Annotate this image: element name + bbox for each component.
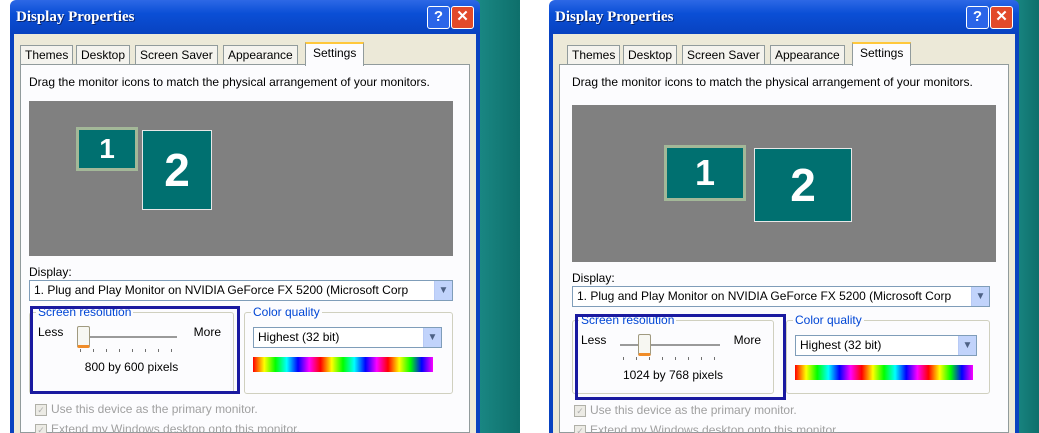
close-button[interactable]: ✕: [451, 6, 474, 29]
resolution-highlight-box: [30, 306, 240, 394]
tab-appearance[interactable]: Appearance: [223, 45, 298, 64]
monitor-arrangement-area: 1 2: [29, 101, 453, 256]
checkbox-box[interactable]: ✓: [574, 404, 586, 417]
display-dropdown-value: 1. Plug and Play Monitor on NVIDIA GeFor…: [577, 289, 952, 303]
display-label: Display:: [29, 265, 72, 279]
chevron-down-icon[interactable]: ▼: [423, 328, 441, 347]
display-dropdown[interactable]: 1. Plug and Play Monitor on NVIDIA GeFor…: [572, 286, 990, 307]
display-dropdown[interactable]: 1. Plug and Play Monitor on NVIDIA GeFor…: [29, 280, 453, 301]
display-properties-window-right: Display Properties ? ✕ Themes Desktop Sc…: [549, 0, 1019, 433]
color-quality-label: Color quality: [793, 313, 864, 327]
color-quality-group: Color quality Highest (32 bit) ▼: [786, 313, 990, 394]
checkbox-box[interactable]: ✓: [574, 424, 586, 433]
color-quality-group: Color quality Highest (32 bit) ▼: [244, 305, 453, 394]
chevron-down-icon[interactable]: ▼: [434, 281, 452, 300]
primary-monitor-label: Use this device as the primary monitor.: [590, 403, 797, 417]
tab-screen-saver[interactable]: Screen Saver: [135, 45, 218, 64]
instruction-text: Drag the monitor icons to match the phys…: [572, 75, 973, 89]
chevron-down-icon[interactable]: ▼: [958, 336, 976, 355]
tab-desktop[interactable]: Desktop: [76, 45, 131, 64]
color-spectrum-bar: [795, 365, 973, 380]
color-spectrum-bar: [253, 357, 433, 372]
color-quality-value: Highest (32 bit): [800, 338, 882, 352]
display-properties-window-left: Display Properties ? ✕ Themes Desktop Sc…: [10, 0, 480, 433]
primary-monitor-checkbox[interactable]: ✓ Use this device as the primary monitor.: [35, 402, 258, 416]
chevron-down-icon[interactable]: ▼: [971, 287, 989, 306]
color-quality-label: Color quality: [251, 305, 322, 319]
resolution-highlight-box: [575, 314, 786, 400]
title-bar[interactable]: Display Properties ? ✕: [549, 0, 1019, 34]
close-button[interactable]: ✕: [990, 6, 1013, 29]
primary-monitor-label: Use this device as the primary monitor.: [51, 402, 258, 416]
extend-desktop-label: Extend my Windows desktop onto this moni…: [51, 422, 300, 433]
color-quality-value: Highest (32 bit): [258, 330, 340, 344]
checkbox-box[interactable]: ✓: [35, 423, 47, 433]
monitor-arrangement-area: 1 2: [572, 105, 996, 262]
monitor-1-icon[interactable]: 1: [664, 145, 746, 201]
tab-settings[interactable]: Settings: [852, 42, 912, 66]
display-dropdown-value: 1. Plug and Play Monitor on NVIDIA GeFor…: [34, 283, 409, 297]
tab-screen-saver[interactable]: Screen Saver: [682, 45, 765, 64]
tab-desktop[interactable]: Desktop: [623, 45, 678, 64]
display-label: Display:: [572, 271, 615, 285]
tab-appearance[interactable]: Appearance: [770, 45, 845, 64]
color-quality-dropdown[interactable]: Highest (32 bit) ▼: [253, 327, 442, 348]
window-title: Display Properties: [16, 9, 135, 25]
primary-monitor-checkbox[interactable]: ✓ Use this device as the primary monitor.: [574, 403, 797, 417]
monitor-2-icon[interactable]: 2: [142, 130, 212, 210]
extend-desktop-checkbox[interactable]: ✓ Extend my Windows desktop onto this mon…: [574, 423, 839, 433]
help-button[interactable]: ?: [427, 6, 450, 29]
monitor-2-icon[interactable]: 2: [754, 148, 852, 222]
window-title: Display Properties: [555, 9, 674, 25]
tab-settings[interactable]: Settings: [305, 42, 365, 66]
monitor-1-icon[interactable]: 1: [76, 127, 138, 171]
extend-desktop-checkbox[interactable]: ✓ Extend my Windows desktop onto this mon…: [35, 422, 300, 433]
tab-themes[interactable]: Themes: [20, 45, 74, 64]
color-quality-dropdown[interactable]: Highest (32 bit) ▼: [795, 335, 977, 356]
help-button[interactable]: ?: [966, 6, 989, 29]
checkbox-box[interactable]: ✓: [35, 403, 47, 416]
instruction-text: Drag the monitor icons to match the phys…: [29, 75, 430, 89]
tab-themes[interactable]: Themes: [567, 45, 621, 64]
extend-desktop-label: Extend my Windows desktop onto this moni…: [590, 423, 839, 433]
title-bar[interactable]: Display Properties ? ✕: [10, 0, 480, 34]
